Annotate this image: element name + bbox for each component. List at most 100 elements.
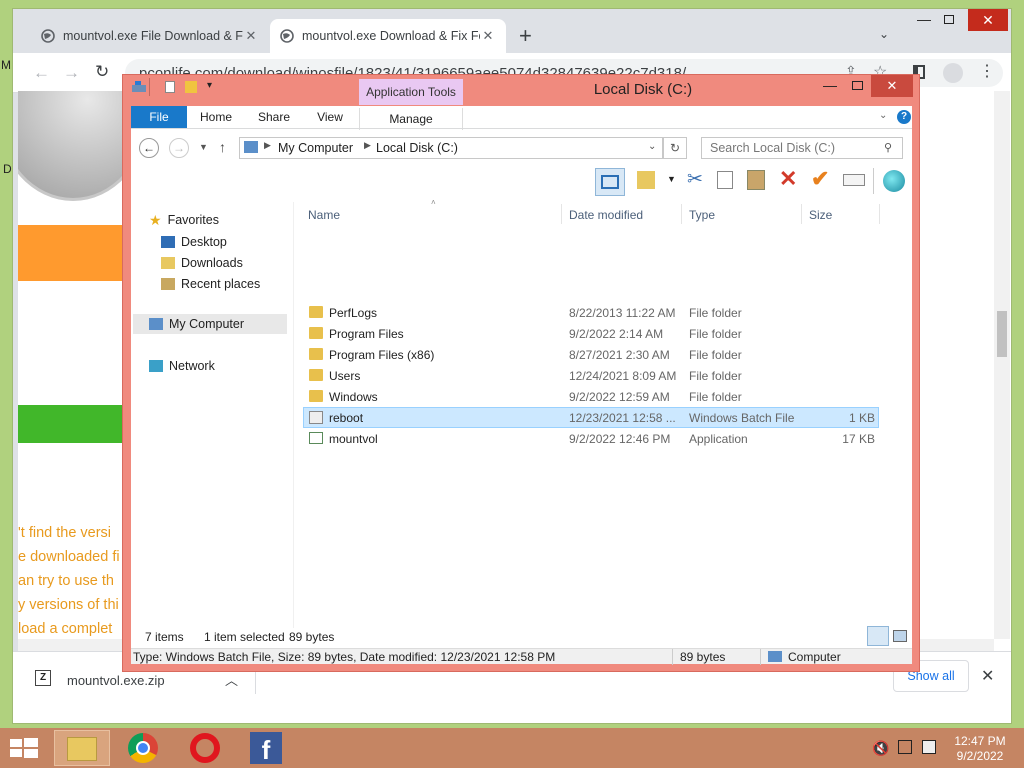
close-download-bar-icon[interactable]: ✕	[981, 666, 994, 686]
explorer-body: File Home Share View Manage ⌄ ? ← → ▼ ↑ …	[131, 106, 912, 665]
globe-icon[interactable]	[883, 170, 905, 192]
breadcrumb-my-computer[interactable]: My Computer	[278, 141, 353, 155]
star-icon: ★	[149, 211, 162, 228]
file-date: 9/2/2022 12:59 AM	[569, 390, 670, 404]
maximize-icon[interactable]	[852, 81, 863, 90]
refresh-icon[interactable]: ↻	[663, 137, 687, 159]
facebook-icon[interactable]: f	[250, 732, 282, 765]
menu-icon[interactable]: ⋮	[979, 61, 995, 81]
forward-icon[interactable]: →	[169, 138, 189, 158]
delete-icon[interactable]: ✕	[779, 166, 797, 192]
file-row[interactable]: mountvol 9/2/2022 12:46 PM Application 1…	[303, 428, 879, 449]
file-row[interactable]: Windows 9/2/2022 12:59 AM File folder	[303, 386, 879, 407]
volume-muted-icon[interactable]: 🔇	[872, 740, 889, 757]
details-view-icon[interactable]	[867, 626, 889, 646]
file-date: 12/24/2021 8:09 AM	[569, 369, 677, 383]
dropdown-arrow-icon[interactable]: ▼	[667, 174, 676, 184]
nav-network[interactable]: Network	[149, 356, 215, 376]
profile-avatar-icon[interactable]	[943, 63, 963, 83]
cut-icon[interactable]: ✂	[687, 168, 703, 191]
nav-my-computer[interactable]: My Computer	[133, 314, 287, 334]
taskbar-file-explorer[interactable]	[54, 730, 110, 766]
file-type: Windows Batch File	[689, 411, 795, 425]
address-dropdown-icon[interactable]: ⌄	[648, 141, 656, 152]
properties-icon[interactable]	[165, 81, 175, 93]
divider	[672, 649, 673, 665]
ribbon-tab-share[interactable]: Share	[249, 106, 299, 128]
clock[interactable]: 12:47 PM 9/2/2022	[950, 734, 1010, 764]
tab-search-icon[interactable]: ⌄	[879, 27, 889, 41]
back-icon[interactable]: ←	[139, 138, 159, 158]
file-row[interactable]: PerfLogs 8/22/2013 11:22 AM File folder	[303, 302, 879, 323]
back-icon[interactable]: ←	[33, 63, 50, 83]
forward-icon[interactable]: →	[63, 63, 80, 83]
ribbon-tab-home[interactable]: Home	[191, 106, 241, 128]
browser-tab[interactable]: mountvol.exe File Download & Fi ✕	[31, 19, 269, 53]
column-header-size[interactable]: Size	[809, 208, 832, 222]
minimize-icon[interactable]: —	[823, 77, 837, 93]
computer-icon	[244, 141, 258, 153]
quick-access-dropdown-icon[interactable]: ▾	[207, 80, 212, 91]
start-windows-icon[interactable]	[10, 738, 38, 758]
file-row[interactable]: Users 12/24/2021 8:09 AM File folder	[303, 365, 879, 386]
folder-icon	[309, 306, 323, 318]
context-tab-application-tools[interactable]: Application Tools	[359, 79, 463, 105]
download-filename[interactable]: mountvol.exe.zip	[67, 673, 165, 688]
page-scrollbar[interactable]	[994, 91, 1010, 639]
large-icons-view-icon[interactable]	[893, 630, 907, 642]
clock-date: 9/2/2022	[956, 749, 1004, 763]
address-bar[interactable]: ▶ My Computer ▶ Local Disk (C:) ⌄	[239, 137, 663, 159]
close-tab-icon[interactable]: ✕	[480, 28, 496, 44]
divider	[561, 204, 562, 224]
help-icon[interactable]: ?	[897, 110, 911, 124]
column-header-name[interactable]: Name	[308, 208, 340, 222]
reload-icon[interactable]: ↻	[95, 62, 109, 82]
page-text-block: 't find the versi e downloaded fi an try…	[18, 521, 138, 641]
nav-favorites[interactable]: ★ Favorites	[149, 210, 219, 230]
desktop-icon-label: M	[1, 58, 11, 72]
browser-tab-active[interactable]: mountvol.exe Download & Fix Fo ✕	[270, 19, 506, 53]
action-center-icon[interactable]	[922, 740, 936, 754]
search-box[interactable]: Search Local Disk (C:) ⚲	[701, 137, 903, 159]
maximize-icon[interactable]	[944, 15, 954, 24]
nav-downloads[interactable]: Downloads	[161, 253, 243, 273]
file-name: PerfLogs	[329, 306, 378, 320]
chrome-icon[interactable]	[128, 733, 158, 763]
view-options-icon[interactable]	[637, 171, 655, 189]
new-folder-icon[interactable]	[185, 81, 197, 93]
ribbon-collapse-icon[interactable]: ⌄	[879, 110, 887, 121]
file-row[interactable]: Program Files (x86) 8/27/2021 2:30 AM Fi…	[303, 344, 879, 365]
column-header-type[interactable]: Type	[689, 208, 715, 222]
close-window-button[interactable]: ✕	[968, 9, 1008, 31]
nav-desktop[interactable]: Desktop	[161, 232, 227, 252]
close-tab-icon[interactable]: ✕	[243, 28, 259, 44]
paste-icon[interactable]	[747, 170, 765, 190]
rename-icon[interactable]	[843, 174, 865, 186]
chevron-up-icon[interactable]: ︿	[225, 670, 238, 689]
search-icon[interactable]: ⚲	[884, 141, 892, 154]
close-window-button[interactable]: ✕	[871, 75, 913, 97]
breadcrumb-local-disk[interactable]: Local Disk (C:)	[376, 141, 458, 155]
search-placeholder[interactable]: Search Local Disk (C:)	[710, 141, 835, 155]
file-row-selected[interactable]: reboot 12/23/2021 12:58 ... Windows Batc…	[303, 407, 879, 428]
up-icon[interactable]: ↑	[219, 139, 226, 155]
opera-icon[interactable]	[190, 733, 220, 763]
ribbon-tab-view[interactable]: View	[305, 106, 355, 128]
checkmark-icon[interactable]: ✔	[811, 166, 829, 192]
chevron-right-icon[interactable]: ▶	[264, 140, 271, 151]
recent-locations-icon[interactable]: ▼	[199, 142, 208, 152]
network-status-icon[interactable]	[898, 740, 912, 754]
ribbon-tab-file[interactable]: File	[131, 106, 187, 128]
ribbon-tab-manage[interactable]: Manage	[359, 108, 463, 130]
new-tab-button[interactable]: +	[519, 23, 532, 49]
page-text-line: an try to use th	[18, 573, 114, 589]
file-row[interactable]: Program Files 9/2/2022 2:14 AM File fold…	[303, 323, 879, 344]
chevron-right-icon[interactable]: ▶	[364, 140, 371, 151]
minimize-icon[interactable]: —	[917, 11, 931, 27]
divider	[879, 204, 880, 224]
nav-recent-places[interactable]: Recent places	[161, 274, 260, 294]
column-header-date[interactable]: Date modified	[569, 208, 643, 222]
scrollbar-thumb[interactable]	[997, 311, 1007, 357]
preview-pane-button[interactable]	[595, 168, 625, 196]
copy-icon[interactable]	[717, 171, 733, 189]
